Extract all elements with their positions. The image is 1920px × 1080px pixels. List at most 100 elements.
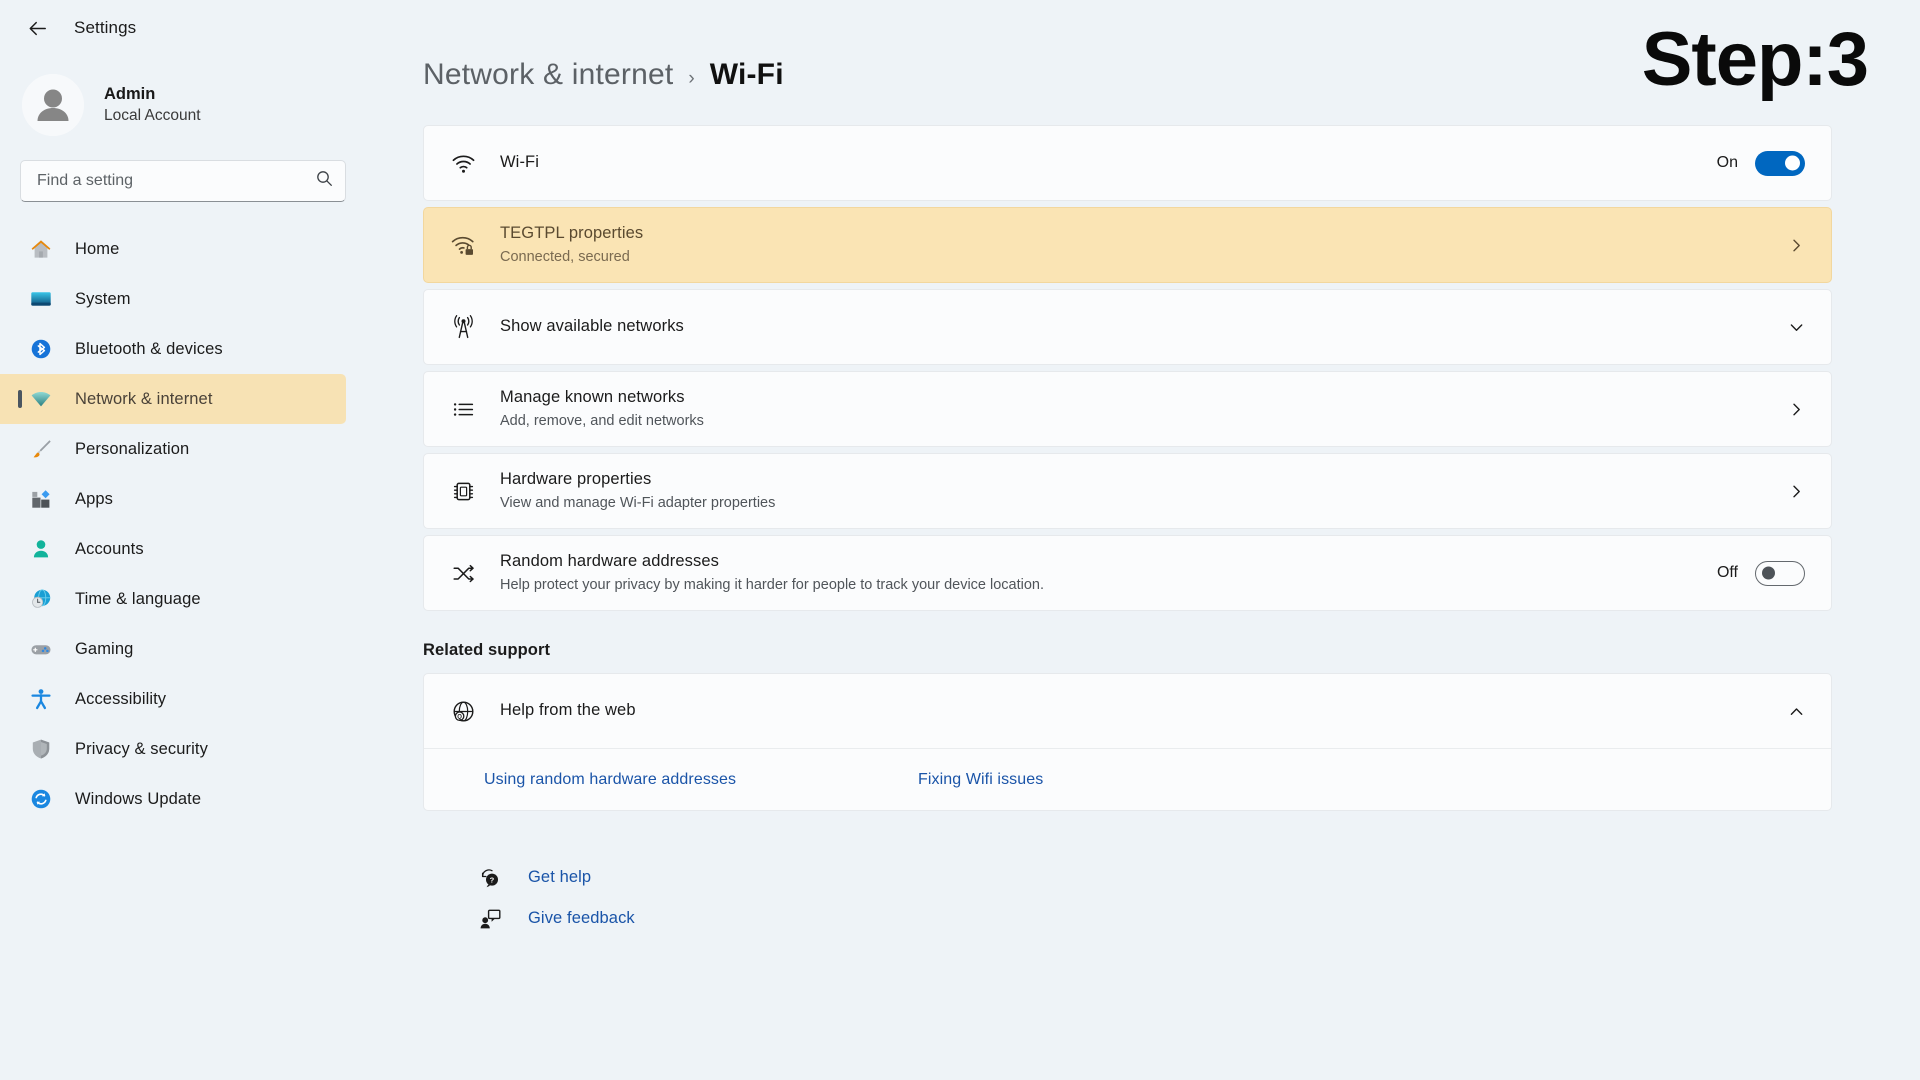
step-annotation: Step:3 xyxy=(1641,17,1869,102)
sidebar-item-privacy-security[interactable]: Privacy & security xyxy=(0,724,346,774)
sidebar-item-label: Accounts xyxy=(75,539,144,558)
network-properties-status: Connected, secured xyxy=(500,248,630,265)
show-available-networks-card[interactable]: Show available networks xyxy=(423,289,1832,365)
random-hardware-state-label: Off xyxy=(1716,564,1738,581)
person-icon xyxy=(28,536,54,562)
wifi-icon xyxy=(448,148,478,178)
profile-account-type: Local Account xyxy=(104,106,201,124)
sidebar-item-label: Bluetooth & devices xyxy=(75,339,223,358)
chevron-down-icon[interactable] xyxy=(1788,319,1805,336)
list-icon xyxy=(448,394,478,424)
hardware-properties-text: Hardware properties View and manage Wi-F… xyxy=(500,468,1766,515)
random-hardware-control: Off xyxy=(1716,560,1805,586)
chevron-up-icon[interactable] xyxy=(1788,703,1805,720)
monitor-icon xyxy=(28,286,54,312)
hardware-properties-row[interactable]: Hardware properties View and manage Wi-F… xyxy=(424,454,1831,528)
sidebar-item-label: Windows Update xyxy=(75,789,202,808)
globe-help-icon: Q xyxy=(448,696,478,726)
random-hardware-addresses-text: Random hardware addresses Help protect y… xyxy=(500,550,1695,597)
apps-icon xyxy=(28,486,54,512)
manage-known-networks-text: Manage known networks Add, remove, and e… xyxy=(500,386,1766,433)
show-available-networks-title: Show available networks xyxy=(500,317,684,336)
sidebar-item-label: Accessibility xyxy=(75,689,167,708)
wifi-icon xyxy=(28,386,54,412)
sidebar-nav: Home System Bluetooth & devices Network … xyxy=(0,224,368,824)
give-feedback-label[interactable]: Give feedback xyxy=(528,909,635,928)
sidebar-item-bluetooth[interactable]: Bluetooth & devices xyxy=(0,324,346,374)
help-from-web-row[interactable]: Q Help from the web xyxy=(424,674,1831,748)
give-feedback-row[interactable]: Give feedback xyxy=(478,898,1832,939)
network-properties-title: TEGTPL properties xyxy=(500,223,644,242)
main-content: Step:3 Network & internet › Wi-Fi Wi-Fi … xyxy=(368,0,1920,1080)
sidebar-item-label: Network & internet xyxy=(75,389,213,408)
random-hardware-addresses-title: Random hardware addresses xyxy=(500,551,719,570)
sidebar-item-home[interactable]: Home xyxy=(0,224,346,274)
broadcast-tower-icon xyxy=(448,312,478,342)
network-properties-text: TEGTPL properties Connected, secured xyxy=(500,222,1766,269)
sidebar-item-accounts[interactable]: Accounts xyxy=(0,524,346,574)
search-input[interactable] xyxy=(37,172,316,190)
sidebar-item-label: Personalization xyxy=(75,439,190,458)
help-from-web-card: Q Help from the web Using random hardwar… xyxy=(423,673,1832,811)
wifi-toggle-title: Wi-Fi xyxy=(500,153,539,172)
sidebar-item-personalization[interactable]: Personalization xyxy=(0,424,346,474)
network-properties-row[interactable]: TEGTPL properties Connected, secured xyxy=(424,208,1831,282)
sidebar-item-label: System xyxy=(75,289,131,308)
globe-clock-icon xyxy=(28,586,54,612)
accessibility-icon xyxy=(28,686,54,712)
chevron-right-icon[interactable] xyxy=(1788,483,1805,500)
get-help-label[interactable]: Get help xyxy=(528,868,591,887)
help-from-web-title: Help from the web xyxy=(500,701,636,720)
wifi-toggle-row: Wi-Fi On xyxy=(424,126,1831,200)
feedback-icon xyxy=(478,907,502,931)
sidebar-item-gaming[interactable]: Gaming xyxy=(0,624,346,674)
show-available-networks-row[interactable]: Show available networks xyxy=(424,290,1831,364)
paintbrush-icon xyxy=(28,436,54,462)
sidebar-item-accessibility[interactable]: Accessibility xyxy=(0,674,346,724)
related-support-heading: Related support xyxy=(423,641,551,659)
sidebar-item-windows-update[interactable]: Windows Update xyxy=(0,774,346,824)
sidebar: Settings Admin Local Account Find a sett… xyxy=(0,0,368,1080)
help-link-random-hardware[interactable]: Using random hardware addresses xyxy=(448,771,918,789)
sidebar-item-network-internet[interactable]: Network & internet xyxy=(0,374,346,424)
network-properties-card[interactable]: TEGTPL properties Connected, secured xyxy=(423,207,1832,283)
search-box[interactable] xyxy=(20,160,346,202)
title-bar: Settings xyxy=(0,0,368,56)
help-from-web-text: Help from the web xyxy=(500,699,1766,723)
breadcrumb-parent[interactable]: Network & internet xyxy=(423,58,673,92)
profile-text: Admin Local Account xyxy=(104,83,201,126)
sidebar-item-apps[interactable]: Apps xyxy=(0,474,346,524)
manage-known-networks-subtitle: Add, remove, and edit networks xyxy=(500,412,704,429)
sidebar-item-system[interactable]: System xyxy=(0,274,346,324)
search-container xyxy=(0,150,368,202)
manage-known-networks-row[interactable]: Manage known networks Add, remove, and e… xyxy=(424,372,1831,446)
wifi-toggle-card: Wi-Fi On xyxy=(423,125,1832,201)
sidebar-item-label: Apps xyxy=(75,489,114,508)
sidebar-item-time-language[interactable]: Time & language xyxy=(0,574,346,624)
sidebar-item-label: Home xyxy=(75,239,120,258)
random-hardware-addresses-row: Random hardware addresses Help protect y… xyxy=(424,536,1831,610)
wifi-toggle-switch[interactable] xyxy=(1755,150,1805,176)
help-link-fixing-wifi[interactable]: Fixing Wifi issues xyxy=(918,771,1043,789)
svg-text:?: ? xyxy=(490,875,495,884)
manage-known-networks-card[interactable]: Manage known networks Add, remove, and e… xyxy=(423,371,1832,447)
shuffle-icon xyxy=(448,558,478,588)
chevron-right-icon[interactable] xyxy=(1788,237,1805,254)
wifi-toggle-text: Wi-Fi xyxy=(500,151,1695,175)
sidebar-item-label: Gaming xyxy=(75,639,134,658)
show-available-networks-text: Show available networks xyxy=(500,315,1766,339)
home-icon xyxy=(28,236,54,262)
gamepad-icon xyxy=(28,636,54,662)
random-hardware-toggle-switch[interactable] xyxy=(1755,560,1805,586)
back-arrow-icon[interactable] xyxy=(18,9,56,47)
user-profile[interactable]: Admin Local Account xyxy=(0,56,368,150)
random-hardware-addresses-subtitle: Help protect your privacy by making it h… xyxy=(500,576,1045,593)
get-help-row[interactable]: ? Get help xyxy=(478,857,1832,898)
user-avatar-icon xyxy=(22,74,84,136)
hardware-properties-card[interactable]: Hardware properties View and manage Wi-F… xyxy=(423,453,1832,529)
help-bubble-icon: ? xyxy=(478,866,502,890)
wifi-toggle-state-label: On xyxy=(1716,154,1738,171)
chevron-right-icon[interactable] xyxy=(1788,401,1805,418)
shield-icon xyxy=(28,736,54,762)
page-title: Wi-Fi xyxy=(709,58,784,91)
